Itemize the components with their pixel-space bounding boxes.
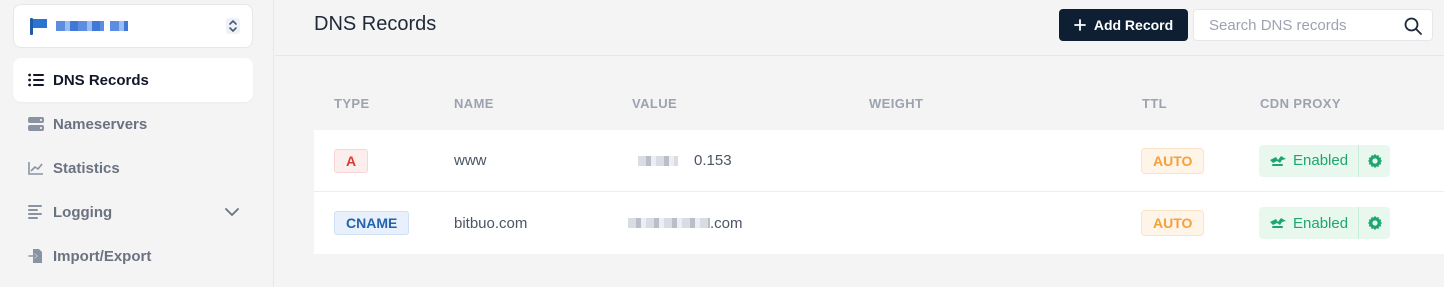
add-record-button[interactable]: Add Record (1059, 9, 1188, 41)
column-header-name: NAME (454, 96, 494, 111)
list-icon (27, 71, 45, 89)
sidebar-item-dns-records[interactable]: DNS Records (13, 58, 253, 102)
server-icon (27, 115, 45, 133)
sidebar-item-import-export[interactable]: Import/Export (13, 234, 253, 278)
sidebar-item-label: Statistics (53, 159, 120, 177)
column-header-weight: WEIGHT (869, 96, 924, 111)
cdn-proxy-label: Enabled (1293, 214, 1349, 232)
cdn-proxy-icon (1270, 218, 1286, 228)
main-content: DNS Records Add Record TYPE NAME VALUE W… (275, 0, 1444, 287)
chevron-down-icon[interactable] (225, 204, 239, 221)
chart-icon (27, 159, 45, 177)
record-value: 0.153 (638, 130, 732, 191)
search-input[interactable] (1194, 10, 1399, 40)
sidebar-item-nameservers[interactable]: Nameservers (13, 102, 253, 146)
record-name: www (454, 152, 487, 169)
column-header-type: TYPE (334, 96, 370, 111)
ttl-badge: AUTO (1141, 147, 1205, 174)
gear-icon[interactable] (1359, 145, 1390, 177)
gear-icon[interactable] (1359, 207, 1390, 239)
site-selector[interactable] (13, 4, 253, 48)
record-value-text: .com (710, 214, 743, 232)
table-row[interactable]: CNAME bitbuo.com .com AUTO Enabled (314, 192, 1444, 254)
cdn-proxy-toggle[interactable]: Enabled (1259, 207, 1390, 239)
sidebar-item-label: DNS Records (53, 71, 149, 89)
record-name: bitbuo.com (454, 214, 528, 232)
cdn-proxy-icon (1270, 155, 1286, 166)
import-export-icon (27, 247, 45, 265)
site-name-redacted (56, 21, 226, 31)
table-row[interactable]: A www 0.153 AUTO Enabled (314, 130, 1444, 192)
column-header-value: VALUE (632, 96, 678, 111)
sidebar-item-logging[interactable]: Logging (13, 190, 253, 234)
column-header-cdn-proxy: CDN PROXY (1260, 96, 1341, 111)
column-header-ttl: TTL (1142, 96, 1168, 111)
search-icon[interactable] (1404, 17, 1422, 35)
cdn-proxy-toggle[interactable]: Enabled (1259, 144, 1390, 177)
sidebar: DNS Records Nameservers Statistics Loggi… (0, 0, 274, 287)
cdn-proxy-status[interactable]: Enabled (1259, 207, 1359, 239)
search-box (1193, 9, 1433, 41)
value-redacted (628, 218, 710, 228)
sidebar-item-statistics[interactable]: Statistics (13, 146, 253, 190)
plus-icon (1073, 19, 1086, 31)
log-icon (27, 203, 45, 221)
page-title: DNS Records (314, 13, 437, 35)
record-type-badge: CNAME (334, 211, 410, 235)
cdn-proxy-status[interactable]: Enabled (1259, 144, 1359, 177)
add-record-label: Add Record (1093, 17, 1174, 33)
cdn-proxy-label: Enabled (1293, 152, 1349, 169)
sidebar-item-label: Logging (53, 203, 113, 221)
sidebar-item-label: Import/Export (53, 247, 152, 265)
record-type-badge: A (334, 148, 369, 173)
record-value-text: 0.153 (694, 152, 732, 169)
sidebar-item-label: Nameservers (53, 115, 148, 133)
sidebar-nav: DNS Records Nameservers Statistics Loggi… (13, 58, 253, 278)
chevron-updown-icon (226, 18, 240, 34)
page-header: DNS Records Add Record (275, 0, 1444, 56)
record-value: .com (628, 192, 743, 254)
flag-icon (28, 17, 48, 35)
ttl-badge: AUTO (1141, 210, 1205, 236)
value-redacted (638, 155, 678, 166)
